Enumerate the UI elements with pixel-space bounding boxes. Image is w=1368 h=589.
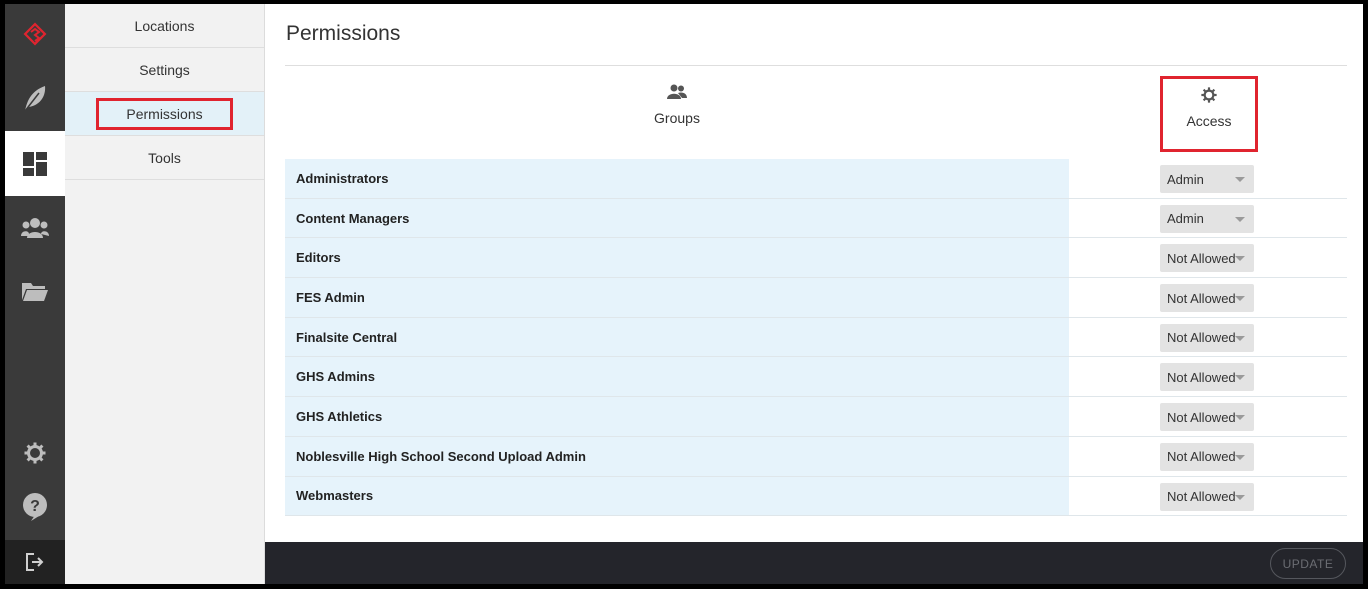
groups-column-label: Groups [654, 110, 700, 126]
table-row: Editors Not Allowed [285, 238, 1347, 279]
access-select[interactable]: Not Allowed [1160, 284, 1254, 313]
subnav-item-label: Locations [134, 17, 195, 34]
gear-icon [1201, 87, 1217, 103]
access-select[interactable]: Not Allowed [1160, 323, 1254, 352]
logout-icon[interactable] [5, 540, 65, 584]
subnav-item-locations[interactable]: Locations [65, 4, 264, 48]
permissions-table: Administrators Admin Content Managers Ad… [285, 159, 1347, 517]
group-name: Content Managers [285, 198, 1069, 238]
table-row: GHS Athletics Not Allowed [285, 397, 1347, 437]
access-column-header: Access [1160, 76, 1258, 152]
chevron-down-icon [1235, 296, 1245, 302]
group-name: FES Admin [285, 278, 1069, 317]
help-icon[interactable]: ? [5, 477, 65, 537]
group-name: GHS Admins [285, 357, 1069, 397]
highlight-box: Permissions [96, 97, 233, 130]
subnav-item-label: Settings [139, 61, 190, 78]
group-name: Administrators [285, 159, 1069, 198]
chevron-down-icon [1235, 415, 1245, 421]
subnav-item-permissions[interactable]: Permissions [65, 92, 264, 136]
main-content: Permissions Groups Access Administrators… [265, 4, 1363, 542]
folder-icon[interactable] [5, 261, 65, 321]
users-icon[interactable] [5, 198, 65, 258]
access-value: Not Allowed [1167, 290, 1236, 306]
footer-bar: UPDATE [265, 542, 1363, 584]
access-select[interactable]: Not Allowed [1160, 482, 1254, 511]
access-select[interactable]: Not Allowed [1160, 244, 1254, 273]
chevron-down-icon [1235, 494, 1245, 500]
access-value: Not Allowed [1167, 489, 1236, 504]
app-window: ? Locations Settings Permissions Tools P… [5, 4, 1363, 584]
table-row: Administrators Admin [285, 159, 1347, 199]
table-row: FES Admin Not Allowed [285, 278, 1347, 318]
table-row: Content Managers Admin [285, 198, 1347, 239]
access-value: Not Allowed [1167, 449, 1236, 465]
icon-rail: ? [5, 4, 65, 584]
access-value: Not Allowed [1167, 330, 1236, 346]
users-icon [667, 84, 687, 99]
groups-column-header: Groups [285, 84, 1069, 144]
access-select[interactable]: Admin [1160, 165, 1254, 193]
access-value: Not Allowed [1167, 409, 1236, 425]
access-value: Not Allowed [1167, 369, 1236, 385]
subnav-item-label: Tools [148, 149, 181, 166]
table-row: Webmasters Not Allowed [285, 476, 1347, 517]
divider [285, 65, 1347, 66]
logo-icon[interactable] [5, 4, 65, 64]
access-value: Not Allowed [1167, 250, 1236, 266]
subnav-item-label: Permissions [126, 105, 203, 122]
access-value: Admin [1167, 211, 1204, 227]
access-value: Admin [1167, 171, 1204, 187]
chevron-down-icon [1235, 256, 1245, 262]
access-column-label: Access [1186, 113, 1232, 129]
access-select[interactable]: Admin [1160, 204, 1254, 233]
table-row: Finalsite Central Not Allowed [285, 317, 1347, 358]
access-select[interactable]: Not Allowed [1160, 363, 1254, 392]
update-button[interactable]: UPDATE [1270, 548, 1346, 579]
table-row: Noblesville High School Second Upload Ad… [285, 436, 1347, 477]
feather-icon[interactable] [5, 68, 65, 128]
subnav-item-settings[interactable]: Settings [65, 48, 264, 92]
group-name: Noblesville High School Second Upload Ad… [285, 436, 1069, 476]
access-select[interactable]: Not Allowed [1160, 403, 1254, 432]
settings-subnav: Locations Settings Permissions Tools [65, 4, 265, 584]
group-name: GHS Athletics [285, 397, 1069, 436]
group-name: Finalsite Central [285, 317, 1069, 357]
table-row: GHS Admins Not Allowed [285, 357, 1347, 398]
page-title: Permissions [286, 22, 401, 45]
access-select[interactable]: Not Allowed [1160, 442, 1254, 471]
chevron-down-icon [1235, 177, 1245, 182]
chevron-down-icon [1235, 216, 1245, 222]
group-name: Webmasters [285, 476, 1069, 516]
gear-icon[interactable] [5, 423, 65, 483]
chevron-down-icon [1235, 335, 1245, 341]
svg-text:?: ? [30, 498, 40, 515]
dashboard-icon[interactable] [5, 131, 65, 196]
chevron-down-icon [1235, 454, 1245, 460]
chevron-down-icon [1235, 375, 1245, 381]
group-name: Editors [285, 238, 1069, 278]
subnav-item-tools[interactable]: Tools [65, 136, 264, 180]
